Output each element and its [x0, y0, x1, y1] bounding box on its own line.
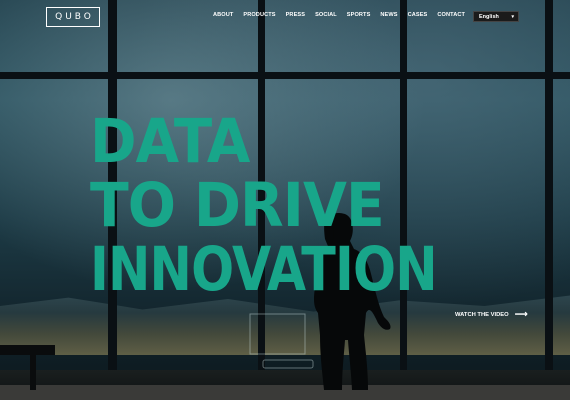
nav-item-sports[interactable]: SPORTS [347, 12, 371, 18]
language-select-value: English [479, 13, 499, 20]
arrow-right-icon: ⟶ [514, 309, 528, 319]
window-transom [0, 72, 570, 79]
caret-down-icon: ▾ [511, 14, 514, 20]
nav-item-contact[interactable]: CONTACT [437, 12, 465, 18]
hero-section: QUBO ABOUT PRODUCTS PRESS SOCIAL SPORTS … [0, 0, 570, 400]
headline-line-3: INNOVATION [90, 234, 438, 305]
logo-text: QUBO [55, 12, 94, 22]
nav-item-cases[interactable]: CASES [408, 12, 428, 18]
hero-headline: DATA TO DRIVE INNOVATION [90, 110, 508, 302]
nav-item-products[interactable]: PRODUCTS [243, 12, 275, 18]
headline-line-2: TO DRIVE [90, 170, 385, 241]
qubo-logo[interactable]: QUBO [46, 7, 100, 27]
main-nav: ABOUT PRODUCTS PRESS SOCIAL SPORTS NEWS … [213, 12, 475, 18]
watch-video-label: WATCH THE VIDEO [455, 311, 509, 318]
window-mullion [545, 0, 553, 390]
nav-item-news[interactable]: NEWS [380, 12, 397, 18]
nav-item-about[interactable]: ABOUT [213, 12, 233, 18]
desk-silhouette [0, 345, 55, 390]
floor-edge [0, 385, 570, 400]
nav-item-social[interactable]: SOCIAL [315, 12, 337, 18]
nav-item-press[interactable]: PRESS [286, 12, 305, 18]
watch-video-link[interactable]: WATCH THE VIDEO ⟶ [455, 310, 528, 319]
headline-line-1: DATA [90, 106, 250, 177]
language-select[interactable]: English ▾ [473, 11, 519, 22]
